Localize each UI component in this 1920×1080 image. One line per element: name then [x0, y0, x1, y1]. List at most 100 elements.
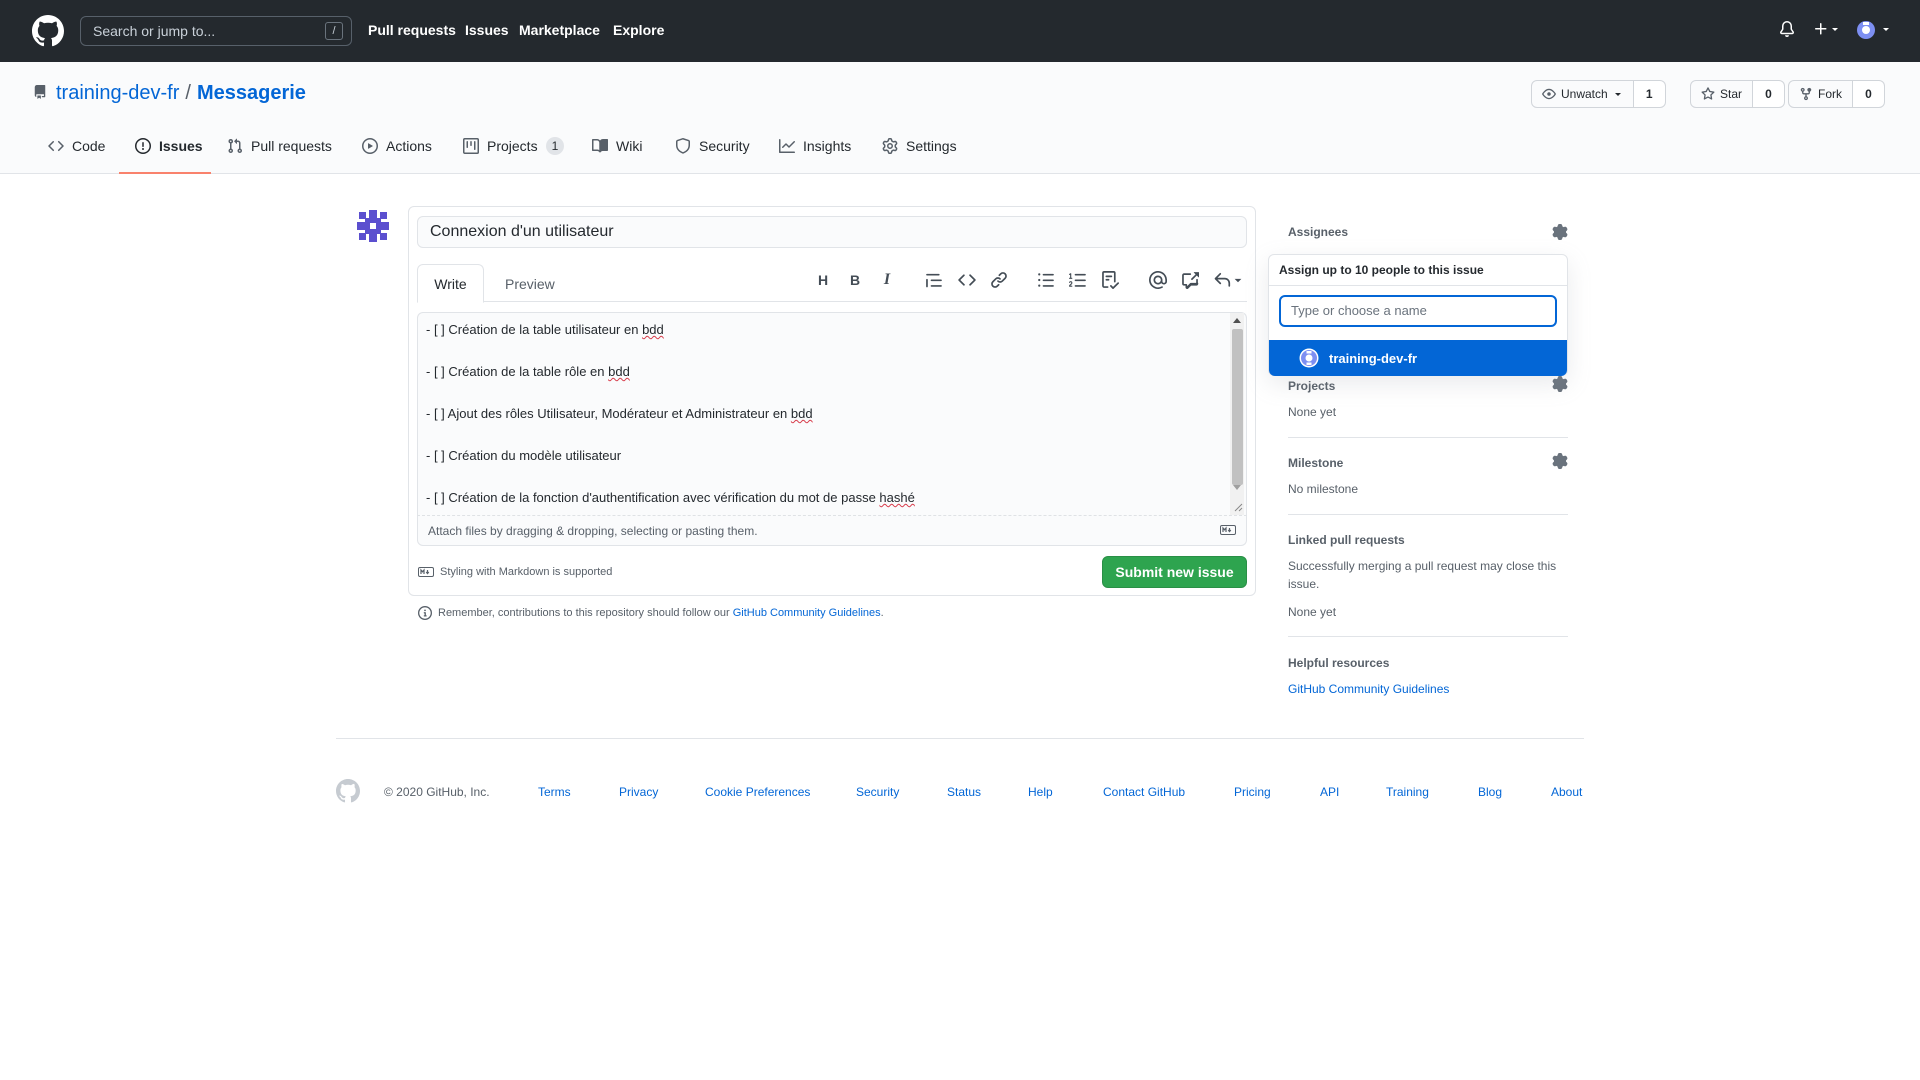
scroll-down-arrow-icon[interactable] [1233, 485, 1241, 491]
assignees-gear-icon[interactable] [1552, 224, 1568, 240]
submit-new-issue-button[interactable]: Submit new issue [1102, 556, 1247, 588]
tab-pull-requests-label: Pull requests [251, 138, 332, 154]
assignees-heading[interactable]: Assignees [1288, 225, 1348, 239]
watch-count[interactable]: 1 [1633, 80, 1666, 108]
list-unordered-icon[interactable] [1037, 271, 1055, 289]
tab-security[interactable]: Security [675, 138, 750, 174]
scroll-up-arrow-icon[interactable] [1233, 317, 1241, 323]
resize-grip-icon[interactable] [1232, 501, 1243, 512]
cross-reference-icon[interactable] [1181, 271, 1199, 289]
sidebar-community-guidelines-link[interactable]: GitHub Community Guidelines [1288, 682, 1449, 696]
footer-link-help[interactable]: Help [1028, 785, 1053, 799]
markdown-support-text[interactable]: Styling with Markdown is supported [440, 566, 612, 578]
issue-title-input[interactable]: Connexion d'un utilisateur [417, 216, 1247, 248]
footer-link-cookie-preferences[interactable]: Cookie Preferences [705, 785, 810, 799]
fork-label: Fork [1818, 87, 1842, 101]
tab-issues[interactable]: Issues [135, 138, 203, 174]
write-tab[interactable]: Write [417, 264, 484, 303]
tab-projects[interactable]: Projects 1 [463, 137, 565, 174]
code-icon[interactable] [958, 271, 976, 289]
fork-button-group: Fork 0 [1788, 80, 1885, 108]
plus-dropdown-icon[interactable] [1813, 20, 1843, 38]
markdown-support-note: Styling with Markdown is supported [418, 566, 612, 578]
star-count[interactable]: 0 [1753, 80, 1786, 108]
projects-gear-icon[interactable] [1552, 376, 1568, 392]
footer-link-api[interactable]: API [1320, 785, 1339, 799]
community-guidelines-link[interactable]: GitHub Community Guidelines [733, 607, 881, 619]
repo-owner-link[interactable]: training-dev-fr [56, 82, 179, 104]
star-button-group: Star 0 [1690, 80, 1786, 108]
italic-icon[interactable]: I [878, 271, 896, 289]
footer-link-contact-github[interactable]: Contact GitHub [1103, 785, 1185, 799]
tab-code[interactable]: Code [48, 138, 105, 174]
github-logo-icon[interactable] [32, 15, 64, 47]
fork-button[interactable]: Fork [1788, 80, 1853, 108]
assignee-option[interactable]: training-dev-fr [1269, 340, 1567, 376]
global-header: Search or jump to... / Pull requests Iss… [0, 0, 1920, 62]
footer-link-terms[interactable]: Terms [538, 785, 571, 799]
reply-dropdown-icon[interactable] [1213, 271, 1245, 289]
search-box[interactable]: Search or jump to... / [80, 16, 352, 46]
fork-count[interactable]: 0 [1853, 80, 1885, 108]
footer-link-pricing[interactable]: Pricing [1234, 785, 1271, 799]
attach-files-text: Attach files by dragging & dropping, sel… [428, 524, 758, 538]
identicon-avatar [357, 210, 389, 242]
footer-link-about[interactable]: About [1551, 785, 1582, 799]
tab-projects-label: Projects [487, 138, 538, 154]
footer-link-status[interactable]: Status [947, 785, 981, 799]
repo-icon [34, 85, 46, 99]
bell-icon[interactable] [1779, 20, 1795, 38]
mention-icon[interactable] [1149, 271, 1167, 289]
assignee-filter-input[interactable] [1291, 303, 1555, 318]
markdown-icon [418, 567, 434, 577]
scroll-thumb[interactable] [1232, 329, 1243, 485]
heading-icon[interactable]: H [814, 271, 832, 289]
graph-icon [779, 139, 795, 153]
info-icon [418, 606, 432, 620]
footer-link-security[interactable]: Security [856, 785, 899, 799]
footer-link-privacy[interactable]: Privacy [619, 785, 658, 799]
file-attachment-bar[interactable]: Attach files by dragging & dropping, sel… [417, 516, 1247, 546]
tab-code-label: Code [72, 138, 106, 154]
tab-insights[interactable]: Insights [779, 138, 851, 174]
star-label: Star [1720, 87, 1743, 101]
search-input[interactable]: Search or jump to... [93, 23, 215, 39]
repo-forked-icon [1800, 87, 1812, 101]
nav-issues[interactable]: Issues [465, 22, 509, 38]
milestone-heading[interactable]: Milestone [1288, 456, 1343, 470]
editor-tabs: Write Preview [417, 262, 1247, 303]
nav-pull-requests[interactable]: Pull requests [368, 22, 456, 38]
caret-down-icon [1614, 93, 1621, 96]
assignee-filter-box[interactable] [1279, 295, 1557, 327]
quote-icon[interactable] [925, 271, 943, 289]
tab-actions[interactable]: Actions [362, 138, 432, 174]
body-line: - [ ] Création de la table utilisateur e… [426, 322, 664, 337]
unwatch-button[interactable]: Unwatch [1531, 80, 1634, 108]
markdown-icon[interactable] [1220, 525, 1236, 535]
nav-explore[interactable]: Explore [613, 22, 664, 38]
tab-settings[interactable]: Settings [882, 138, 957, 174]
linked-prs-value: None yet [1288, 605, 1337, 619]
bold-icon[interactable]: B [846, 271, 864, 289]
tab-pull-requests[interactable]: Pull requests [227, 138, 332, 174]
user-avatar-dropdown-icon[interactable] [1856, 20, 1892, 40]
nav-marketplace[interactable]: Marketplace [519, 22, 600, 38]
footer-link-blog[interactable]: Blog [1478, 785, 1502, 799]
footer-link-training[interactable]: Training [1386, 785, 1429, 799]
list-ordered-icon[interactable] [1069, 271, 1087, 289]
link-icon[interactable] [990, 271, 1008, 289]
preview-tab[interactable]: Preview [505, 276, 555, 292]
repo-name-link[interactable]: Messagerie [197, 82, 306, 104]
star-button[interactable]: Star [1690, 80, 1754, 108]
tab-wiki[interactable]: Wiki [592, 138, 642, 174]
tasklist-icon[interactable] [1101, 271, 1119, 289]
contribution-reminder: Remember, contributions to this reposito… [418, 606, 884, 620]
projects-value: None yet [1288, 405, 1337, 419]
milestone-gear-icon[interactable] [1552, 453, 1568, 469]
selected-tab-underline [119, 172, 211, 174]
projects-heading[interactable]: Projects [1288, 379, 1335, 393]
editor-scrollbar[interactable] [1230, 313, 1244, 515]
issue-body-textarea[interactable]: - [ ] Création de la table utilisateur e… [417, 312, 1247, 516]
github-mark-icon[interactable] [336, 779, 360, 803]
sidebar-divider [1288, 514, 1568, 515]
